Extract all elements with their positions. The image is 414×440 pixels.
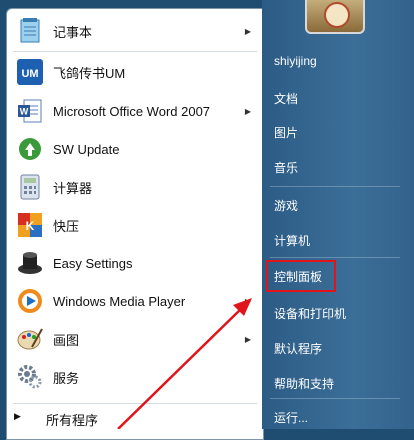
annotation-arrow-icon bbox=[117, 298, 252, 429]
